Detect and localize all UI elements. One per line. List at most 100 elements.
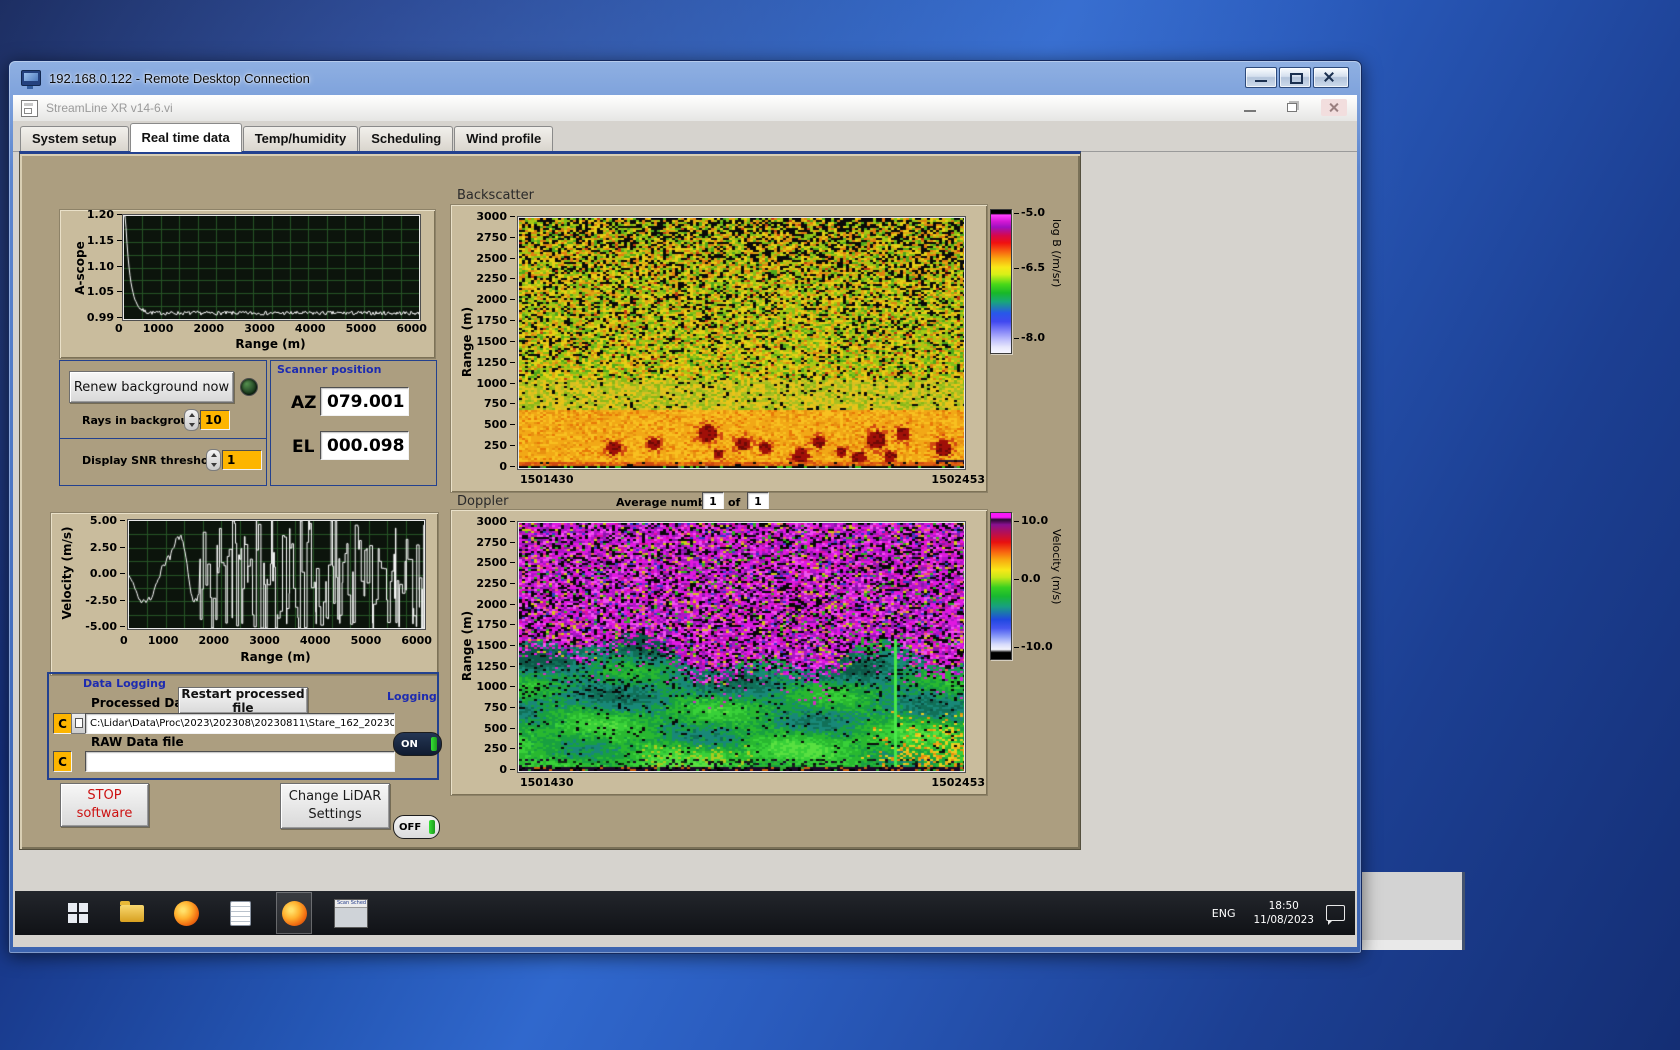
decrement-icon (211, 463, 217, 467)
rays-spinner[interactable] (184, 409, 199, 431)
stop-software-button[interactable]: STOP software (60, 783, 149, 827)
elevation-value: 000.098 (327, 436, 404, 456)
tick-label: 250 (484, 440, 515, 451)
azimuth-field[interactable]: 079.001 (320, 387, 409, 416)
language-indicator[interactable]: ENG (1206, 903, 1242, 924)
colorbar-tick: 0.0 (1014, 572, 1041, 585)
snr-spinner[interactable] (206, 449, 221, 471)
average-number-value: 1 (709, 495, 717, 508)
colorbar-tick: -8.0 (1014, 331, 1045, 344)
stop-software-label: software (77, 805, 133, 823)
velocity-plot (128, 520, 425, 629)
snr-value: 1 (227, 453, 235, 467)
backscatter-x-end: 1502453 (931, 473, 985, 486)
tick-label: 3000 (476, 516, 515, 527)
tab-wind-profile[interactable]: Wind profile (454, 126, 553, 151)
raw-drive-letter[interactable]: C (53, 751, 72, 772)
background-controls-group: Renew background now Rays in background … (59, 360, 267, 486)
tick-label: 2000 (476, 599, 515, 610)
tick-label: 750 (484, 398, 515, 409)
ascope-y-ticks: 1.201.151.101.050.99 (82, 209, 122, 323)
processed-logging-toggle[interactable]: ON (393, 732, 442, 756)
rdp-titlebar[interactable]: 192.168.0.122 - Remote Desktop Connectio… (9, 61, 1361, 95)
restart-processed-file-label: Restart processed file (179, 687, 307, 715)
tick-label: 3000 (244, 322, 275, 335)
logging-label: Logging (387, 690, 437, 703)
ascope-plot (123, 215, 420, 320)
vi-restore-button[interactable] (1279, 99, 1305, 116)
raw-logging-toggle[interactable]: OFF (393, 815, 440, 839)
colorbar-tick: -5.0 (1014, 206, 1045, 219)
backscatter-y-axis-label: Range (m) (460, 307, 474, 377)
tick-label: 1500 (476, 640, 515, 651)
tick-label: 0 (115, 322, 123, 335)
velocity-y-axis-label: Velocity (m/s) (60, 526, 74, 619)
change-lidar-settings-label: Settings (308, 806, 361, 824)
doppler-heatmap (518, 522, 965, 772)
taskbar-item-browser-active[interactable] (277, 893, 311, 933)
processed-drive-letter[interactable]: C (53, 713, 72, 734)
ascope-x-ticks: 0100020003000400050006000 (115, 322, 427, 335)
rays-in-background-field[interactable]: 10 (200, 410, 230, 430)
vi-minimize-button[interactable] (1237, 99, 1263, 116)
firefox-icon (282, 901, 307, 926)
toggle-knob-icon (431, 737, 437, 751)
start-button[interactable] (61, 893, 95, 933)
restart-processed-file-button[interactable]: Restart processed file (178, 687, 308, 714)
tick-label: 2750 (476, 232, 515, 243)
elevation-field[interactable]: 000.098 (320, 431, 409, 460)
remote-desktop: StreamLine XR v14-6.vi System setup Real… (13, 95, 1357, 947)
rdp-icon (21, 70, 41, 86)
notification-icon[interactable] (1326, 905, 1345, 921)
of-label: of (728, 496, 740, 509)
taskbar-clock[interactable]: 18:50 11/08/2023 (1253, 899, 1314, 927)
taskbar-item-file-explorer[interactable] (115, 893, 149, 933)
front-panel: A-scope 1.201.151.101.050.99 01000200030… (19, 151, 1081, 850)
scan-scheduler-title: Scan Sched (335, 900, 367, 908)
tick-label: 1750 (476, 315, 515, 326)
tick-label: 2750 (476, 537, 515, 548)
tick-label: 2500 (476, 253, 515, 264)
taskbar-item-browser[interactable] (169, 893, 203, 933)
tick-label: 4000 (300, 634, 331, 647)
taskbar-item-notepad[interactable] (223, 893, 257, 933)
tick-label: -2.50 (85, 595, 125, 606)
snr-threshold-field[interactable]: 1 (222, 450, 262, 470)
stop-software-label: STOP (87, 787, 121, 805)
tick-label: 1500 (476, 336, 515, 347)
minimize-button[interactable] (1245, 67, 1277, 88)
toggle-on-label: ON (401, 739, 418, 750)
processed-data-file-field[interactable]: C:\Lidar\Data\Proc\2023\202308\20230811\… (85, 713, 395, 734)
vi-window-title: StreamLine XR v14-6.vi (46, 101, 173, 115)
renew-background-button[interactable]: Renew background now (69, 371, 234, 403)
tab-temp-humidity[interactable]: Temp/humidity (243, 126, 358, 151)
tick-label: 1000 (148, 634, 179, 647)
tick-label: 1000 (476, 681, 515, 692)
tab-system-setup[interactable]: System setup (20, 126, 129, 151)
drive-letter: C (58, 755, 67, 769)
backscatter-title: Backscatter (457, 188, 534, 203)
raw-data-file-field[interactable] (85, 751, 395, 772)
tab-real-time-data[interactable]: Real time data (130, 123, 242, 152)
tick-label: 500 (484, 419, 515, 430)
data-logging-group: Data Logging Processed Data file Restart… (47, 672, 439, 780)
scanner-position-title: Scanner position (277, 363, 381, 376)
scanner-position-group: Scanner position AZ 079.001 EL 000.098 (270, 360, 437, 486)
processed-browse-icon[interactable] (71, 713, 86, 734)
change-lidar-settings-button[interactable]: Change LiDAR Settings (280, 783, 390, 829)
tab-label: Scheduling (371, 131, 441, 146)
close-button[interactable] (1313, 67, 1349, 88)
tab-label: Temp/humidity (255, 131, 346, 146)
tab-label: System setup (32, 131, 117, 146)
tab-scheduling[interactable]: Scheduling (359, 126, 453, 151)
scan-scheduler-window-icon: Scan Sched (334, 899, 368, 928)
velocity-y-ticks: 5.002.500.00-2.50-5.00 (81, 515, 125, 632)
vi-titlebar[interactable]: StreamLine XR v14-6.vi (13, 95, 1357, 122)
increment-icon (189, 413, 195, 417)
taskbar-item-scan-scheduler[interactable]: Scan Sched (331, 893, 371, 933)
tick-label: 1.10 (87, 261, 122, 272)
maximize-button[interactable] (1279, 67, 1311, 88)
tick-label: 2250 (476, 273, 515, 284)
vi-icon (21, 100, 38, 117)
vi-close-button[interactable] (1321, 99, 1347, 116)
